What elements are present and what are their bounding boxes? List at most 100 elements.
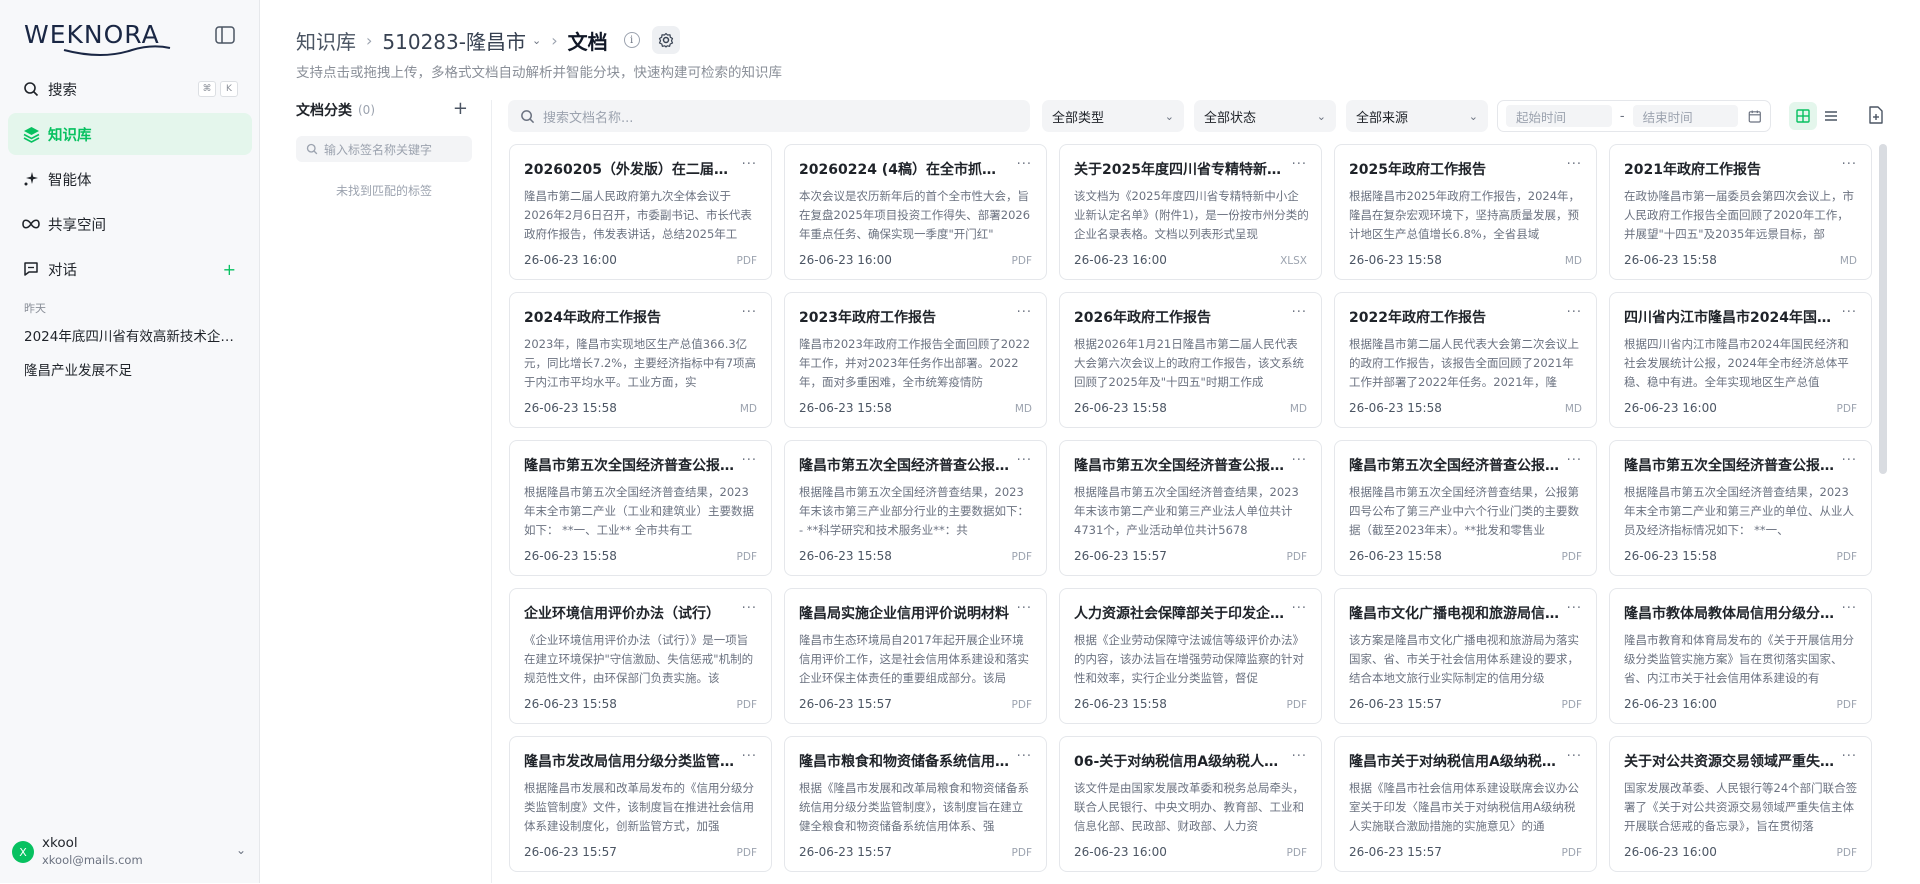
more-options-icon[interactable]: ··· [742,305,757,320]
document-summary: 根据《企业劳动保障守法诚信等级评价办法》的内容，该办法旨在增强劳动保障监察的针对… [1074,633,1304,685]
document-search-input[interactable]: 搜索文档名称... [508,100,1030,132]
document-card[interactable]: 四川省内江市隆昌市2024年国民经济和社会发展统计公报 ··· 根据四川省内江市隆昌… [1609,292,1872,428]
history-item[interactable]: 2024年底四川省有效高新技术企业分布 [24,325,236,345]
list-view-button[interactable] [1817,102,1845,130]
source-filter-select[interactable]: 全部来源 ⌄ [1346,100,1488,132]
knowledge-base-selector[interactable]: 510283-隆昌市 ⌄ [382,26,541,55]
sidebar-item-chat[interactable]: 对话 + [8,248,252,290]
document-card[interactable]: 2025年政府工作报告 ··· 根据隆昌市2025年政府工作报告，2024年，隆昌在… [1334,144,1597,280]
category-search-input[interactable]: 输入标签名称关键字 [296,136,472,162]
more-options-icon[interactable]: ··· [1567,749,1582,764]
more-options-icon[interactable]: ··· [742,601,757,616]
more-options-icon[interactable]: ··· [1017,601,1032,616]
history-item[interactable]: 隆昌产业发展不足 [24,359,236,379]
document-card[interactable]: 隆昌市发改局信用分级分类监管制度 ··· 根据隆昌市发展和改革局发布的《信用分级分类… [509,736,772,872]
document-card[interactable]: 20260224 (4稿）在全市抓项目促发展大会上的讲话 ··· 本次会议是农历新年… [784,144,1047,280]
document-card[interactable]: 隆昌市第五次全国经济普查公报（第二号） ··· 根据隆昌市第五次全国经济普查结果，2… [784,440,1047,576]
start-date-input[interactable]: 起始时间 [1506,105,1612,127]
info-icon[interactable]: i [623,32,640,48]
document-title: 2026年政府工作报告 [1074,310,1211,326]
infinity-icon [22,215,40,233]
source-filter-value: 全部来源 [1356,110,1409,126]
document-card[interactable]: 隆昌市文化广播电视和旅游局信用分级分类监管实施方案 ··· 该方案是隆昌市文化广播电… [1334,588,1597,724]
breadcrumb-root[interactable]: 知识库 [296,26,356,55]
user-email: xkool@mails.com [42,853,143,867]
document-card[interactable]: 人力资源社会保障部关于印发企业劳动保障守法诚信等级评价办法的通知 ··· 根据《企业… [1059,588,1322,724]
more-options-icon[interactable]: ··· [1017,749,1032,764]
document-card[interactable]: 隆昌市关于对纳税信用A级纳税人实施联合激励措施的实施意见 ··· 根据《隆昌市社会信… [1334,736,1597,872]
document-card[interactable]: 隆昌局实施企业信用评价说明材料 ··· 隆昌市生态环境局自2017年起开展企业环境信… [784,588,1047,724]
more-options-icon[interactable]: ··· [1292,157,1307,172]
sidebar-item-agent[interactable]: 智能体 [8,158,252,200]
document-file-type: MD [1289,403,1307,415]
scrollbar[interactable] [1879,144,1887,474]
end-date-input[interactable]: 结束时间 [1632,105,1739,127]
document-card[interactable]: 06-关于对纳税信用A级纳税人实施联合激励措施的合作备忘录 ··· 该文件是由国家发… [1059,736,1322,872]
document-card[interactable]: 隆昌市第五次全国经济普查公报（第五号） ··· 根据隆昌市第五次全国经济普查结果，2… [1609,440,1872,576]
document-card[interactable]: 隆昌市粮食和物资储备系统信用分级分类监管制度 ··· 根据《隆昌市发展和改革局粮食和… [784,736,1047,872]
more-options-icon[interactable]: ··· [1292,453,1307,468]
sidebar-item-search[interactable]: 搜索 ⌘ K [8,68,252,110]
add-category-button[interactable]: + [453,98,468,119]
document-card[interactable]: 2026年政府工作报告 ··· 根据2026年1月21日隆昌市第二届人民代表大会第六… [1059,292,1322,428]
panel-divider [491,100,492,883]
document-grid: 20260205（外发版）在二届人大九次会议上的政府工作报告 ··· 隆昌市第二届人… [509,144,1873,884]
document-title: 隆昌市粮食和物资储备系统信用分级分类监管制度 [799,754,1009,770]
calendar-icon[interactable] [1748,109,1762,124]
document-card[interactable]: 隆昌市第五次全国经济普查公报（第四号） ··· 根据隆昌市第五次全国经济普查结果，公… [1334,440,1597,576]
sidebar-collapse-icon[interactable] [214,24,236,46]
more-options-icon[interactable]: ··· [1842,305,1857,320]
document-title: 关于2025年度四川省专精特新中小企业认定名单 [1074,162,1284,178]
type-filter-select[interactable]: 全部类型 ⌄ [1042,100,1184,132]
document-card[interactable]: 2021年政府工作报告 ··· 在政协隆昌市第一届委员会第四次会议上，市人民政府工作… [1609,144,1872,280]
shortcut-hint: ⌘ K [198,81,238,97]
sidebar: WEKNORA 搜索 ⌘ K 知识库 智能体 共享空间 对话 + 昨天 2024… [0,0,260,883]
document-summary: 根据2026年1月21日隆昌市第二届人民代表大会第六次会议上的政府工作报告，该文… [1074,337,1304,389]
document-card[interactable]: 关于2025年度四川省专精特新中小企业认定名单 ··· 该文档为《2025年度四川省… [1059,144,1322,280]
sidebar-item-knowledge-base[interactable]: 知识库 [8,113,252,155]
document-title: 隆昌市第五次全国经济普查公报（第四号） [1349,458,1559,474]
more-options-icon[interactable]: ··· [742,157,757,172]
more-options-icon[interactable]: ··· [1567,157,1582,172]
document-timestamp: 26-06-23 15:57 [1074,549,1167,563]
more-options-icon[interactable]: ··· [1567,453,1582,468]
document-card[interactable]: 20260205（外发版）在二届人大九次会议上的政府工作报告 ··· 隆昌市第二届人… [509,144,772,280]
more-options-icon[interactable]: ··· [1292,601,1307,616]
document-timestamp: 26-06-23 15:58 [1624,253,1717,267]
more-options-icon[interactable]: ··· [1842,157,1857,172]
category-count: (0) [358,103,375,117]
more-options-icon[interactable]: ··· [1017,453,1032,468]
more-options-icon[interactable]: ··· [1567,305,1582,320]
chevron-down-icon[interactable]: ⌄ [236,843,246,857]
user-menu[interactable]: X xkool xkool@mails.com ⌄ [10,831,250,871]
more-options-icon[interactable]: ··· [1842,601,1857,616]
sidebar-item-shared-space[interactable]: 共享空间 [8,203,252,245]
more-options-icon[interactable]: ··· [742,453,757,468]
upload-document-icon[interactable] [1868,106,1884,124]
document-card[interactable]: 隆昌市第五次全国经济普查公报（第一号） ··· 根据隆昌市第五次全国经济普查结果，2… [509,440,772,576]
settings-button[interactable] [651,26,680,54]
document-card[interactable]: 关于对公共资源交易领域严重失信主体开展联合惩戒的备忘录 ··· 国家发展改革委、人民… [1609,736,1872,872]
more-options-icon[interactable]: ··· [1842,453,1857,468]
document-file-type: XLSX [1280,255,1307,267]
document-card[interactable]: 2024年政府工作报告 ··· 2023年，隆昌市实现地区生产总值366.3亿元，同… [509,292,772,428]
more-options-icon[interactable]: ··· [1842,749,1857,764]
document-title: 06-关于对纳税信用A级纳税人实施联合激励措施的合作备忘录 [1074,754,1284,770]
more-options-icon[interactable]: ··· [742,749,757,764]
document-card[interactable]: 企业环境信用评价办法（试行） ··· 《企业环境信用评价办法（试行）》是一项旨在建立… [509,588,772,724]
more-options-icon[interactable]: ··· [1017,157,1032,172]
more-options-icon[interactable]: ··· [1292,749,1307,764]
more-options-icon[interactable]: ··· [1017,305,1032,320]
document-card[interactable]: 2022年政府工作报告 ··· 根据隆昌市第二届人民代表大会第二次会议上的政府工作报… [1334,292,1597,428]
grid-view-button[interactable] [1789,102,1817,130]
document-title: 关于对公共资源交易领域严重失信主体开展联合惩戒的备忘录 [1624,754,1834,770]
grid-icon [1796,109,1810,123]
document-card[interactable]: 隆昌市第五次全国经济普查公报（第三号） ··· 根据隆昌市第五次全国经济普查结果，2… [1059,440,1322,576]
status-filter-select[interactable]: 全部状态 ⌄ [1194,100,1336,132]
document-card[interactable]: 隆昌市教体局教体局信用分级分类监管实施方案 ··· 隆昌市教育和体育局发布的《关于开… [1609,588,1872,724]
more-options-icon[interactable]: ··· [1292,305,1307,320]
document-card[interactable]: 2023年政府工作报告 ··· 隆昌市2023年政府工作报告全面回顾了2022年工作… [784,292,1047,428]
more-options-icon[interactable]: ··· [1567,601,1582,616]
document-summary: 根据《隆昌市发展和改革局粮食和物资储备系统信用分级分类监管制度》，该制度旨在建立… [799,781,1029,833]
new-chat-button[interactable]: + [223,260,236,279]
